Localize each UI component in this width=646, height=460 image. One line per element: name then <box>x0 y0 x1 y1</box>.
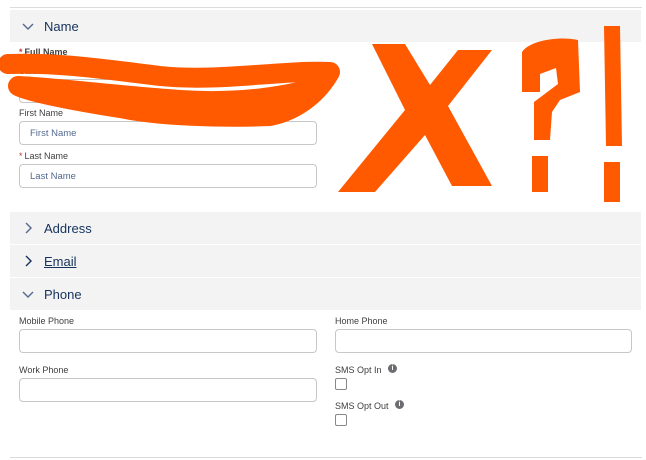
section-title-email[interactable]: Email <box>44 254 77 269</box>
x-mark-icon <box>338 44 492 192</box>
sms-opt-in-label: SMS Opt In <box>335 365 382 375</box>
bottom-divider <box>10 457 642 458</box>
mobile-phone-field[interactable] <box>19 329 317 353</box>
sms-opt-out-checkbox[interactable] <box>335 414 347 426</box>
exclamation-dot <box>604 162 620 202</box>
chevron-down-icon <box>20 18 36 34</box>
section-header-phone[interactable]: Phone <box>10 278 641 310</box>
sms-opt-out-label: SMS Opt Out <box>335 401 389 411</box>
home-phone-label: Home Phone <box>335 316 388 326</box>
section-title-name: Name <box>44 18 79 34</box>
sms-opt-in-checkbox[interactable] <box>335 378 347 390</box>
question-mark-icon <box>522 38 580 140</box>
full-name-text: Full Name <box>24 47 68 57</box>
home-phone-field[interactable] <box>335 329 632 353</box>
work-phone-field[interactable] <box>19 378 317 402</box>
info-icon[interactable]: i <box>388 364 397 373</box>
mobile-phone-label: Mobile Phone <box>19 316 75 326</box>
chevron-right-icon <box>20 220 36 236</box>
required-marker: * <box>19 47 23 57</box>
first-name-label: First Name <box>19 108 64 118</box>
section-title-address: Address <box>44 220 92 236</box>
chevron-right-icon <box>20 253 36 269</box>
last-name-label: * Last Name <box>19 151 68 161</box>
exclamation-mark-icon <box>604 26 622 146</box>
salutation-select[interactable]: --None-- <box>19 79 317 103</box>
required-marker: * <box>19 151 23 161</box>
salutation-value: --None-- <box>28 85 64 97</box>
work-phone-label: Work Phone <box>19 365 69 375</box>
section-header-name[interactable]: Name <box>10 10 641 42</box>
section-title-phone: Phone <box>44 286 82 302</box>
caret-down-icon <box>298 88 306 93</box>
question-dot <box>532 156 548 192</box>
last-name-text: Last Name <box>24 151 69 161</box>
last-name-field[interactable] <box>19 164 317 188</box>
full-name-label: * Full Name <box>19 47 68 57</box>
section-header-address[interactable]: Address <box>10 212 641 244</box>
section-header-email[interactable]: Email <box>10 245 641 277</box>
first-name-field[interactable] <box>19 121 317 145</box>
salutation-label: Salutation <box>19 66 60 76</box>
chevron-down-icon <box>20 286 36 302</box>
top-divider <box>10 7 642 8</box>
info-icon[interactable]: i <box>395 400 404 409</box>
